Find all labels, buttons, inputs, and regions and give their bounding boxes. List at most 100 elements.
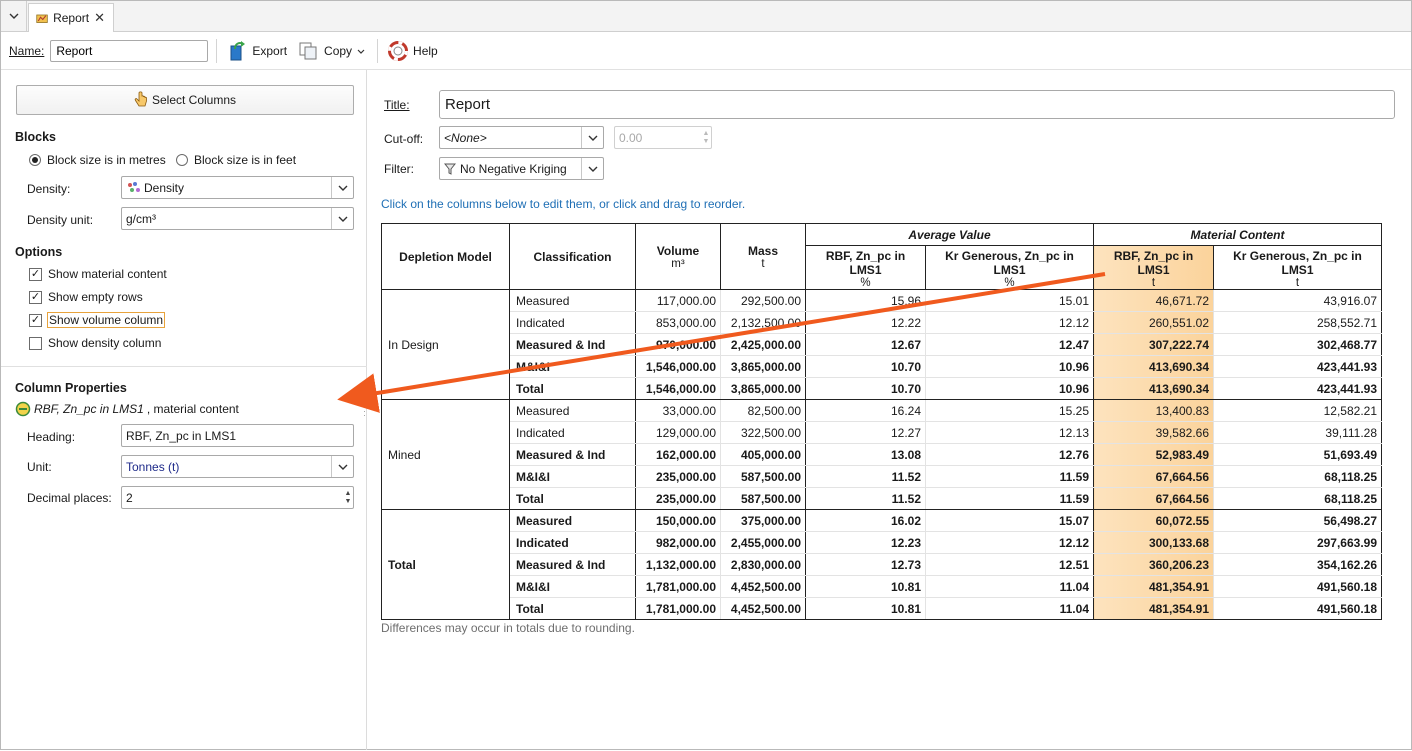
splitter-handle[interactable]: · · · xyxy=(363,403,366,420)
table-row: Mined Measured 33,000.00 82,500.00 16.24 15.2… xyxy=(381,399,1382,510)
classification-cell: Measured xyxy=(509,399,636,422)
spinner-arrows-icon[interactable]: ▲ ▼ xyxy=(343,487,353,508)
value-cell: 258,552.71 xyxy=(1213,311,1382,334)
table-row: M&I&I 1,781,000.00 4,452,500.00 10.81 11.04 4… xyxy=(382,575,1382,598)
filter-select[interactable]: No Negative Kriging xyxy=(439,157,604,180)
checkbox-checked: ✓ xyxy=(29,313,42,327)
block-metres-radio[interactable]: Block size is in metres xyxy=(29,153,166,167)
header-group-average-value[interactable]: Average Value xyxy=(805,223,1094,246)
show-empty-rows-checkbox[interactable]: ✓ Show empty rows xyxy=(29,290,143,304)
cutoff-select[interactable]: <None> xyxy=(439,126,604,149)
classification-cell: Indicated xyxy=(509,421,636,444)
value-cell: 235,000.00 xyxy=(635,487,721,510)
classification-cell: Measured & Ind xyxy=(509,333,636,356)
value-cell: 413,690.34 xyxy=(1093,377,1214,400)
show-density-column-checkbox[interactable]: Show density column xyxy=(29,336,161,350)
table-row: Measured & Ind 1,132,000.00 2,830,000.00 12… xyxy=(382,553,1382,576)
value-cell: 587,500.00 xyxy=(720,487,806,510)
value-cell: 360,206.23 xyxy=(1093,553,1214,576)
title-input[interactable]: Report xyxy=(439,90,1395,119)
value-cell: 1,546,000.00 xyxy=(635,355,721,378)
checkbox-checked: ✓ xyxy=(29,267,42,281)
classification-cell: Measured xyxy=(509,509,636,532)
density-unit-select[interactable]: g/cm³ xyxy=(121,207,354,230)
value-cell: 423,441.93 xyxy=(1213,377,1382,400)
value-cell: 1,781,000.00 xyxy=(635,575,721,598)
decimal-places-spinner[interactable]: 2 ▲ ▼ xyxy=(121,486,354,509)
grade-attribute-icon xyxy=(15,401,31,417)
toolbar-separator xyxy=(216,39,218,63)
value-cell: 33,000.00 xyxy=(635,399,721,422)
export-button[interactable]: Export xyxy=(227,37,287,65)
header-classification[interactable]: Classification xyxy=(509,223,636,290)
chevron-down-icon xyxy=(331,177,353,198)
header-kr-average[interactable]: Kr Generous, Zn_pc in LMS1% xyxy=(925,245,1094,290)
tab-report[interactable]: Report ✕ xyxy=(28,3,114,32)
value-cell: 12.13 xyxy=(925,421,1094,444)
value-cell: 12.76 xyxy=(925,443,1094,466)
unit-select[interactable]: Tonnes (t) xyxy=(121,455,354,478)
header-kr-material-content[interactable]: Kr Generous, Zn_pc in LMS1 t xyxy=(1213,245,1382,290)
cutoff-value-spinner[interactable]: 0.00 ▲ ▼ xyxy=(614,126,712,149)
value-cell: 12.12 xyxy=(925,311,1094,334)
selected-column-label: RBF, Zn_pc in LMS1, material content xyxy=(15,401,239,417)
header-volume[interactable]: Volume m³ xyxy=(635,223,721,290)
chevron-down-icon xyxy=(357,49,365,54)
value-cell: 10.81 xyxy=(805,575,926,598)
value-cell: 970,000.00 xyxy=(635,333,721,356)
show-volume-column-checkbox[interactable]: ✓ Show volume column xyxy=(29,312,166,328)
table-row: Measured & Ind 162,000.00 405,000.00 13.08 1… xyxy=(382,443,1382,466)
value-cell: 375,000.00 xyxy=(720,509,806,532)
chevron-down-icon xyxy=(581,158,603,179)
value-cell: 853,000.00 xyxy=(635,311,721,334)
name-input[interactable] xyxy=(50,40,209,62)
show-material-content-checkbox[interactable]: ✓ Show material content xyxy=(29,267,167,281)
value-cell: 2,830,000.00 xyxy=(720,553,806,576)
table-row: Indicated 129,000.00 322,500.00 12.27 12.13 3… xyxy=(382,421,1382,444)
table-row: Total 235,000.00 587,500.00 11.52 11.59 67,66… xyxy=(382,487,1382,510)
header-mass[interactable]: Mass t xyxy=(720,223,806,290)
heading-input[interactable]: RBF, Zn_pc in LMS1 xyxy=(121,424,354,447)
value-cell: 10.96 xyxy=(925,355,1094,378)
header-depletion-model[interactable]: Depletion Model xyxy=(381,223,510,290)
help-button[interactable]: Help xyxy=(388,37,438,65)
column-properties-heading: Column Properties xyxy=(15,381,127,395)
value-cell: 354,162.26 xyxy=(1213,553,1382,576)
value-cell: 11.59 xyxy=(925,487,1094,510)
classification-cell: Total xyxy=(509,487,636,510)
radio-unselected xyxy=(176,154,188,166)
value-cell: 292,500.00 xyxy=(720,289,806,312)
select-columns-button[interactable]: Select Columns xyxy=(16,85,354,115)
reorder-hint: Click on the columns below to edit them,… xyxy=(381,197,746,211)
report-icon xyxy=(36,14,48,23)
value-cell: 1,546,000.00 xyxy=(635,377,721,400)
cutoff-label: Cut-off: xyxy=(384,132,424,146)
tab-list-menu[interactable] xyxy=(1,1,27,31)
decimal-places-label: Decimal places: xyxy=(27,491,112,505)
copy-icon xyxy=(299,42,317,60)
tab-title: Report xyxy=(53,11,90,25)
classification-cell: Measured & Ind xyxy=(509,443,636,466)
value-cell: 15.07 xyxy=(925,509,1094,532)
table-row: M&I&I 235,000.00 587,500.00 11.52 11.59 67,66… xyxy=(382,465,1382,488)
density-select[interactable]: Density xyxy=(121,176,354,199)
copy-button[interactable]: Copy xyxy=(299,37,365,65)
value-cell: 11.59 xyxy=(925,465,1094,488)
value-cell: 4,452,500.00 xyxy=(720,597,806,620)
header-group-material-content[interactable]: Material Content xyxy=(1093,223,1382,246)
tab-strip: Report ✕ xyxy=(1,1,1411,32)
block-feet-radio[interactable]: Block size is in feet xyxy=(176,153,296,167)
value-cell: 16.02 xyxy=(805,509,926,532)
chevron-down-icon xyxy=(331,208,353,229)
value-cell: 413,690.34 xyxy=(1093,355,1214,378)
select-columns-label: Select Columns xyxy=(151,93,237,107)
close-icon[interactable]: ✕ xyxy=(94,10,105,26)
value-cell: 235,000.00 xyxy=(635,465,721,488)
value-cell: 10.81 xyxy=(805,597,926,620)
value-cell: 51,693.49 xyxy=(1213,443,1382,466)
value-cell: 15.01 xyxy=(925,289,1094,312)
header-rbf-average[interactable]: RBF, Zn_pc in LMS1% xyxy=(805,245,926,290)
value-cell: 491,560.18 xyxy=(1213,597,1382,620)
spinner-arrows-icon[interactable]: ▲ ▼ xyxy=(701,127,711,148)
header-rbf-material-content[interactable]: RBF, Zn_pc in LMS1 t xyxy=(1093,245,1214,290)
